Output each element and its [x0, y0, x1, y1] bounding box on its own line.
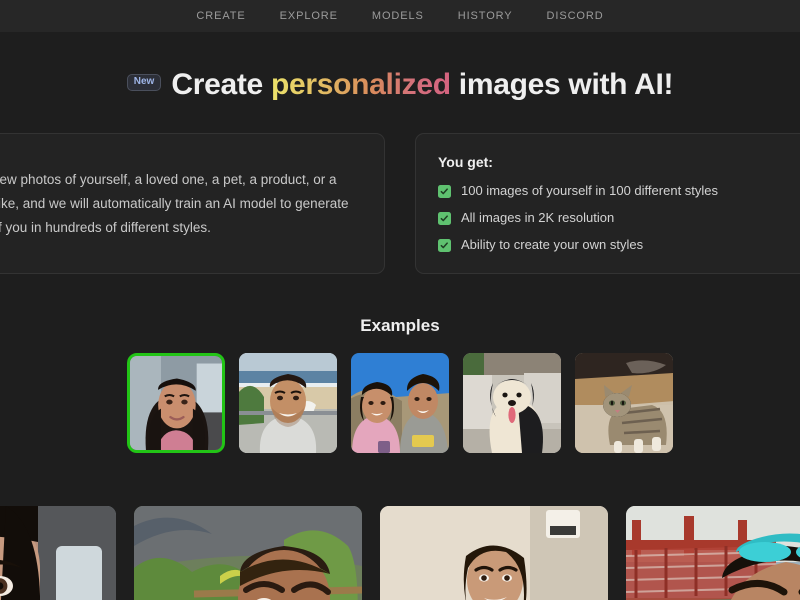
benefit-row: Ability to create your own styles	[438, 237, 800, 253]
title-highlight-word: personalized	[270, 68, 451, 101]
gallery-image-golden-gate-selfie[interactable]	[626, 506, 800, 600]
thumbnail-image	[463, 353, 561, 453]
nav-item-discord[interactable]: DISCORD	[547, 10, 604, 22]
benefit-label: Ability to create your own styles	[461, 237, 644, 252]
title-part-one: Create	[171, 68, 271, 101]
check-icon	[438, 184, 451, 198]
thumbnail-image	[351, 353, 449, 453]
benefits-heading: You get:	[438, 154, 493, 170]
description-card: Upload a few photos of yourself, a loved…	[0, 133, 385, 274]
thumbnail-image	[239, 353, 337, 453]
check-icon	[438, 238, 451, 252]
benefit-row: All images in 2K resolution	[438, 210, 800, 226]
top-navigation-bar: CREATE EXPLORE MODELS HISTORY DISCORD	[0, 0, 800, 32]
info-cards-row: Upload a few photos of yourself, a loved…	[0, 133, 800, 274]
example-thumbnail-dog-on-couch[interactable]	[463, 353, 561, 453]
example-thumbnail-cat-on-carpet[interactable]	[575, 353, 673, 453]
nav-item-models[interactable]: MODELS	[372, 10, 424, 22]
example-thumbnail-woman-in-car[interactable]	[127, 353, 225, 453]
thumbnail-image	[575, 353, 673, 453]
thumbnail-image	[130, 356, 222, 450]
gallery-image-woman-indoor-portrait[interactable]	[380, 506, 608, 600]
page-title: Create personalized images with AI!	[171, 68, 673, 102]
nav-item-explore[interactable]: EXPLORE	[280, 10, 338, 22]
user-photo-gallery	[0, 506, 800, 600]
examples-heading: Examples	[360, 316, 440, 335]
benefit-label: 100 images of yourself in 100 different …	[461, 183, 719, 198]
nav-item-create[interactable]: CREATE	[196, 10, 245, 22]
benefits-card: You get: 100 images of yourself in 100 d…	[415, 133, 800, 274]
check-icon	[438, 211, 451, 225]
example-thumbnail-man-at-beach[interactable]	[239, 353, 337, 453]
examples-thumbnail-row	[0, 353, 800, 453]
title-part-two: images with AI!	[450, 68, 674, 101]
example-thumbnail-couple-at-beach[interactable]	[351, 353, 449, 453]
benefit-row: 100 images of yourself in 100 different …	[438, 183, 800, 199]
benefit-label: All images in 2K resolution	[461, 210, 615, 225]
new-badge: New	[126, 73, 162, 91]
hero-section: New Create personalized images with AI!	[0, 68, 800, 102]
gallery-image-person-in-jungle[interactable]	[134, 506, 362, 600]
nav-item-history[interactable]: HISTORY	[458, 10, 513, 22]
description-text: Upload a few photos of yourself, a loved…	[0, 171, 349, 235]
gallery-image-woman-in-car[interactable]	[0, 506, 116, 600]
